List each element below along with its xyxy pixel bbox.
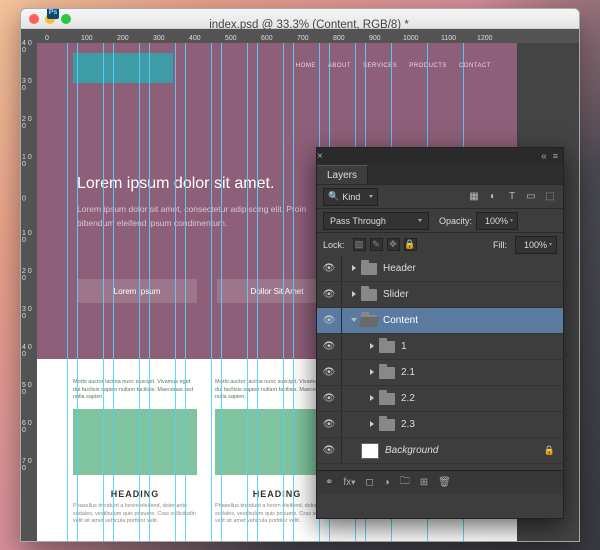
horizontal-ruler[interactable]: 0 100 200 300 400 500 600 700 800 900 10… [21,29,579,43]
layer-row[interactable]: 👁 2.1 [317,360,563,386]
folder-icon [379,393,395,405]
folder-icon [361,289,377,301]
layer-style-icon[interactable]: fx▾ [343,477,355,488]
layer-name[interactable]: Header [383,263,416,274]
folder-icon [379,419,395,431]
titlebar: Ps index.psd @ 33.3% (Content, RGB/8) * [21,9,579,29]
opacity-label: Opacity: [439,216,472,226]
shape-filter-icon[interactable]: ▭ [524,191,538,202]
layers-tab[interactable]: Layers [317,165,368,184]
panel-topbar: × « ≡ [317,148,563,164]
lock-all-icon[interactable]: 🔒 [404,238,417,251]
layer-name[interactable]: 2.1 [401,367,415,378]
smartobject-filter-icon[interactable]: ⬚ [543,191,557,202]
layer-row[interactable]: 👁 2.2 [317,386,563,412]
chevron-down-icon [369,195,373,198]
document-title: Ps index.psd @ 33.3% (Content, RGB/8) * [47,8,571,31]
visibility-toggle-icon[interactable]: 👁 [317,367,341,378]
visibility-toggle-icon[interactable]: 👁 [317,419,341,430]
folder-icon [361,263,377,275]
layer-name[interactable]: Content [383,315,418,326]
delete-layer-icon[interactable]: 🗑 [438,477,451,488]
nav: HOME ABOUT SERVICES PRODUCTS CONTACT [296,63,491,69]
layer-thumbnail [361,443,379,459]
folder-icon [361,315,377,327]
collapse-panel-icon[interactable]: « [541,151,547,162]
layer-name[interactable]: 2.3 [401,419,415,430]
adjustment-layer-icon[interactable]: ◑ [384,477,390,488]
layer-name[interactable]: Background [385,445,438,456]
folder-icon [379,367,395,379]
visibility-toggle-icon[interactable]: 👁 [317,341,341,352]
disclosure-closed-icon[interactable] [365,395,379,403]
new-layer-icon[interactable]: ⊞ [420,477,428,488]
pixel-filter-icon[interactable]: ▦ [467,191,481,202]
filter-row: 🔍 Kind ▦ ◐ T ▭ ⬚ [317,184,563,208]
layer-name[interactable]: Slider [383,289,409,300]
chevron-down-icon: ▾ [549,241,552,248]
opacity-input[interactable]: 100%▾ [476,212,518,230]
photoshop-icon: Ps [47,8,59,19]
layers-panel[interactable]: × « ≡ Layers 🔍 Kind ▦ ◐ T ▭ ⬚ Pass Throu… [316,147,564,519]
vertical-ruler[interactable]: 4 0 0 3 0 0 2 0 0 1 0 0 0 1 0 0 2 0 0 3 … [21,43,37,542]
chevron-down-icon [418,219,422,222]
disclosure-closed-icon[interactable] [365,343,379,351]
type-filter-icon[interactable]: T [505,191,519,202]
layer-row[interactable]: 👁 Content [317,308,563,334]
disclosure-closed-icon[interactable] [347,265,361,273]
layer-name[interactable]: 2.2 [401,393,415,404]
filter-type-icons: ▦ ◐ T ▭ ⬚ [467,191,557,202]
lock-row: Lock: ▨ ✎ ✥ 🔒 Fill: 100%▾ [317,232,563,256]
visibility-toggle-icon[interactable]: 👁 [317,393,341,404]
panel-tabs: Layers [317,164,563,184]
visibility-toggle-icon[interactable]: 👁 [317,445,341,456]
blend-row: Pass Through Opacity: 100%▾ [317,208,563,232]
layer-row[interactable]: 👁 Background 🔒 [317,438,563,464]
filter-kind-dropdown[interactable]: 🔍 Kind [323,188,378,206]
hero-body: Lorem ipsum dolor sit amet, consectetur … [77,203,337,230]
panel-footer: ⚭ fx▾ ◻ ◑ 🗀 ⊞ 🗑 [317,470,563,494]
lock-pixels-icon[interactable]: ✎ [370,238,383,251]
layer-name[interactable]: 1 [401,341,407,352]
new-group-icon[interactable]: 🗀 [400,474,410,491]
panel-menu-icon[interactable]: ≡ [553,151,557,161]
blend-mode-dropdown[interactable]: Pass Through [323,212,429,230]
layer-list[interactable]: 👁Header👁Slider👁Content👁1👁2.1👁2.2👁2.3👁Bac… [317,256,563,470]
lock-position-icon[interactable]: ✥ [387,238,400,251]
adjustment-filter-icon[interactable]: ◐ [486,191,500,202]
disclosure-closed-icon[interactable] [365,369,379,377]
disclosure-closed-icon[interactable] [347,291,361,299]
search-icon: 🔍 [328,191,339,202]
lock-label: Lock: [323,240,345,250]
visibility-toggle-icon[interactable]: 👁 [317,289,341,300]
link-layers-icon[interactable]: ⚭ [325,477,333,488]
layer-mask-icon[interactable]: ◻ [365,477,373,488]
layer-row[interactable]: 👁 Slider [317,282,563,308]
disclosure-closed-icon[interactable] [365,421,379,429]
layer-row[interactable]: 👁 2.3 [317,412,563,438]
lock-icon: 🔒 [544,445,555,456]
close-panel-icon[interactable]: × [317,151,323,162]
cta-1: Lorem Ipsum [77,279,197,303]
fill-label: Fill: [493,240,507,250]
layer-row[interactable]: 👁 Header [317,256,563,282]
layer-row[interactable]: 👁1 [317,334,563,360]
lock-transparent-icon[interactable]: ▨ [353,238,366,251]
fill-input[interactable]: 100%▾ [515,236,557,254]
visibility-toggle-icon[interactable]: 👁 [317,315,341,326]
chevron-down-icon: ▾ [510,217,513,224]
close-window-button[interactable] [29,14,39,24]
logo-placeholder [73,53,173,83]
folder-icon [379,341,395,353]
visibility-toggle-icon[interactable]: 👁 [317,263,341,274]
